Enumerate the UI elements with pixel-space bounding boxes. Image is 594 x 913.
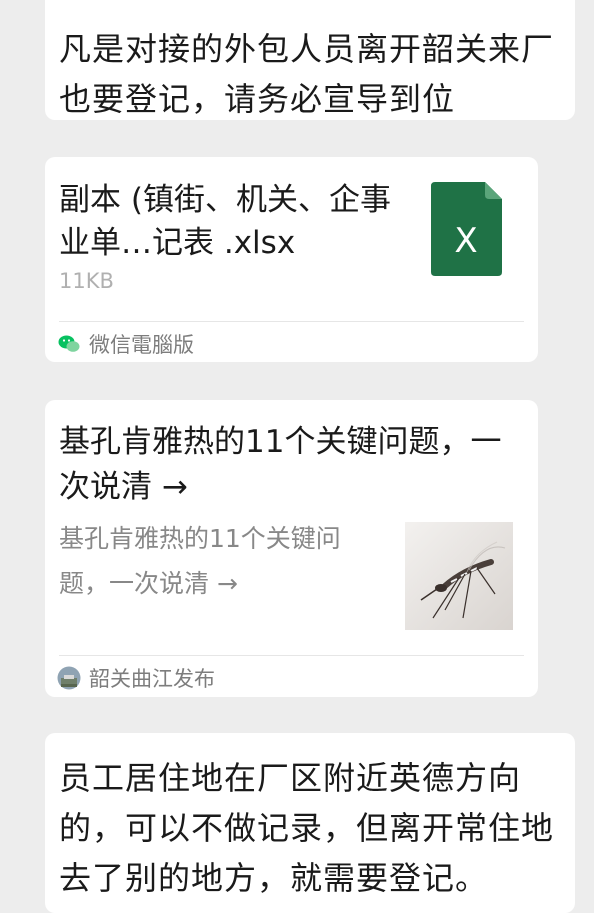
mosquito-thumbnail-icon bbox=[405, 522, 513, 630]
excel-file-icon: X bbox=[431, 182, 502, 276]
file-message-card[interactable]: 副本 (镇街、机关、企事业单…记表 .xlsx 11KB X 微信電腦版 bbox=[45, 157, 538, 362]
chat-message-bubble[interactable]: 凡是对接的外包人员离开韶关来厂也要登记，请务必宣导到位 bbox=[45, 0, 575, 120]
file-name: 副本 (镇街、机关、企事业单…记表 .xlsx bbox=[59, 182, 391, 261]
card-divider bbox=[59, 655, 524, 656]
wechat-icon bbox=[58, 335, 80, 352]
file-size: 11KB bbox=[59, 269, 114, 293]
official-account-avatar-icon bbox=[57, 666, 81, 690]
card-source: 韶关曲江发布 bbox=[57, 663, 215, 693]
card-divider bbox=[59, 321, 524, 322]
article-description: 基孔肯雅热的11个关键问题，一次说清 → bbox=[59, 524, 341, 598]
card-source-label: 微信電腦版 bbox=[89, 333, 194, 357]
chat-message-bubble[interactable]: 员工居住地在厂区附近英德方向的，可以不做记录，但离开常住地去了别的地方，就需要登… bbox=[45, 733, 575, 913]
article-title: 基孔肯雅热的11个关键问题，一次说清 → bbox=[59, 424, 502, 505]
excel-letter: X bbox=[454, 221, 477, 261]
message-text: 凡是对接的外包人员离开韶关来厂也要登记，请务必宣导到位 bbox=[59, 30, 555, 118]
card-source-label: 韶关曲江发布 bbox=[89, 667, 215, 691]
article-message-card[interactable]: 基孔肯雅热的11个关键问题，一次说清 → 基孔肯雅热的11个关键问题，一次说清 … bbox=[45, 400, 538, 697]
message-text: 员工居住地在厂区附近英德方向的，可以不做记录，但离开常住地去了别的地方，就需要登… bbox=[59, 759, 555, 897]
card-source: 微信電腦版 bbox=[57, 329, 194, 359]
mosquito-image bbox=[405, 522, 513, 630]
